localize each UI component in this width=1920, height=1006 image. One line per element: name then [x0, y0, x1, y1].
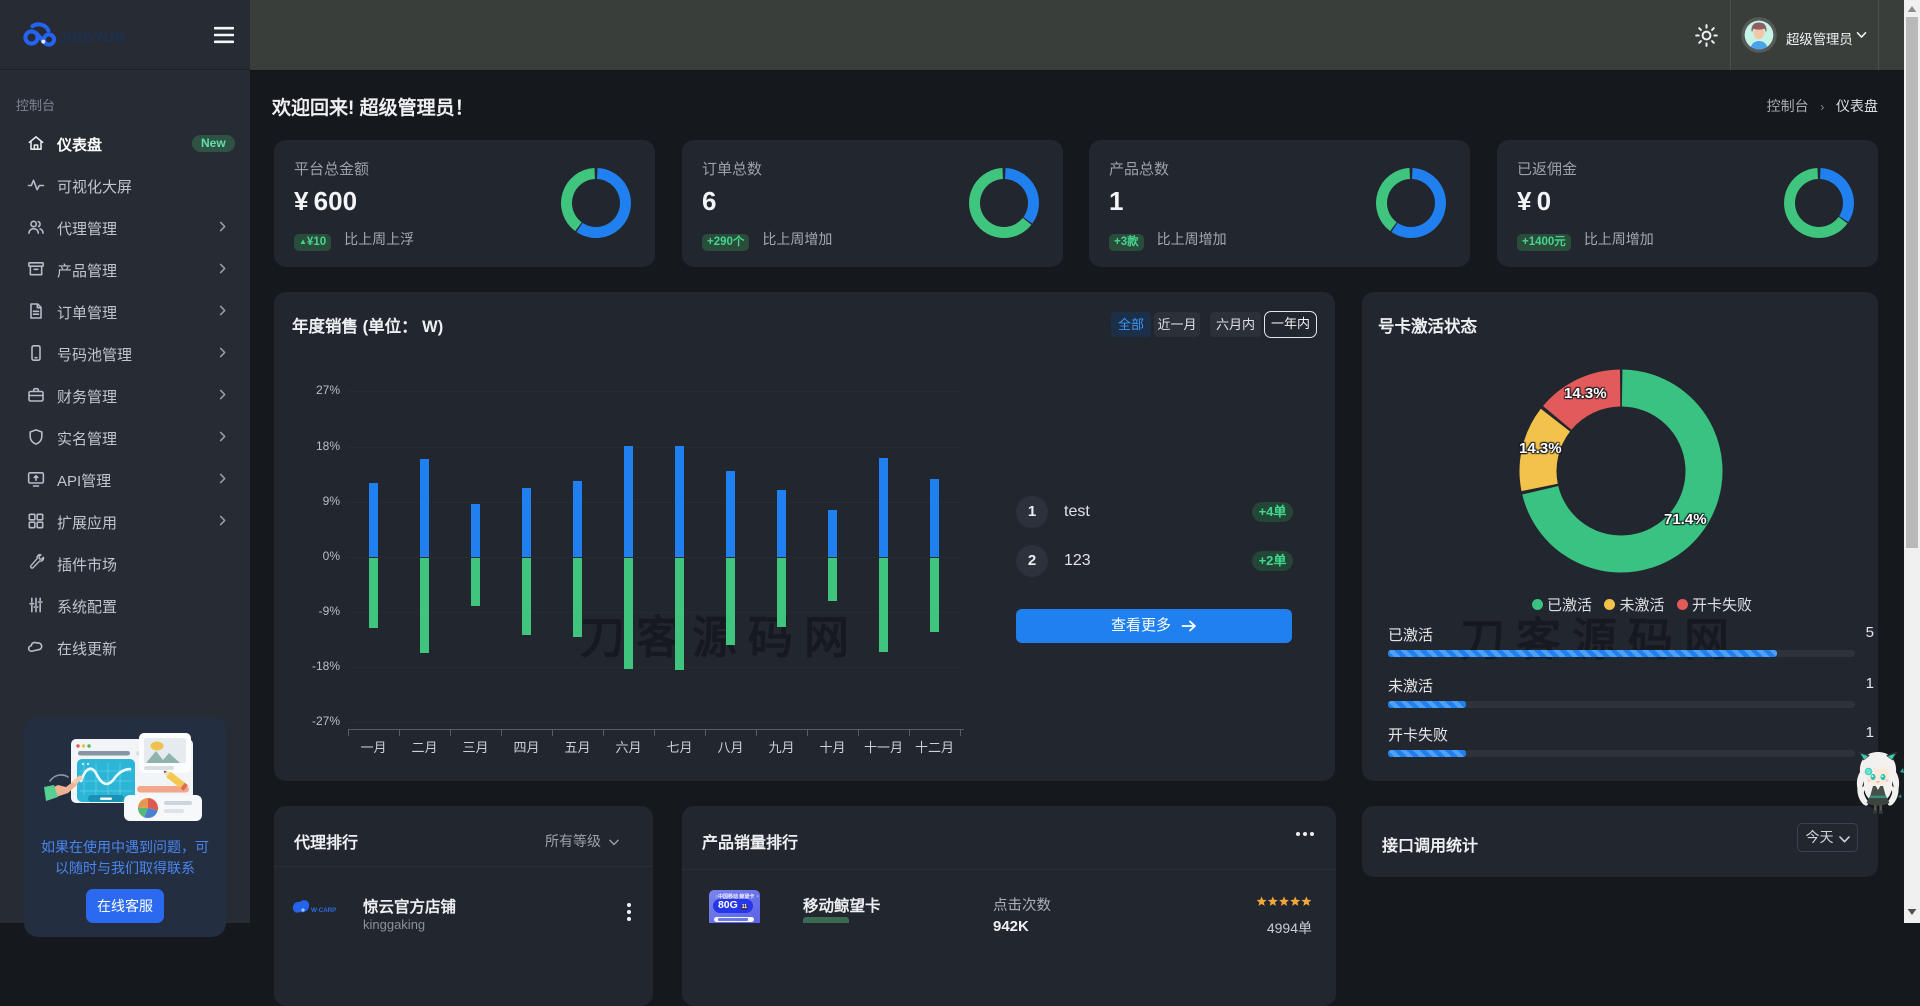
svg-text:W-CARP: W-CARP	[311, 907, 336, 914]
